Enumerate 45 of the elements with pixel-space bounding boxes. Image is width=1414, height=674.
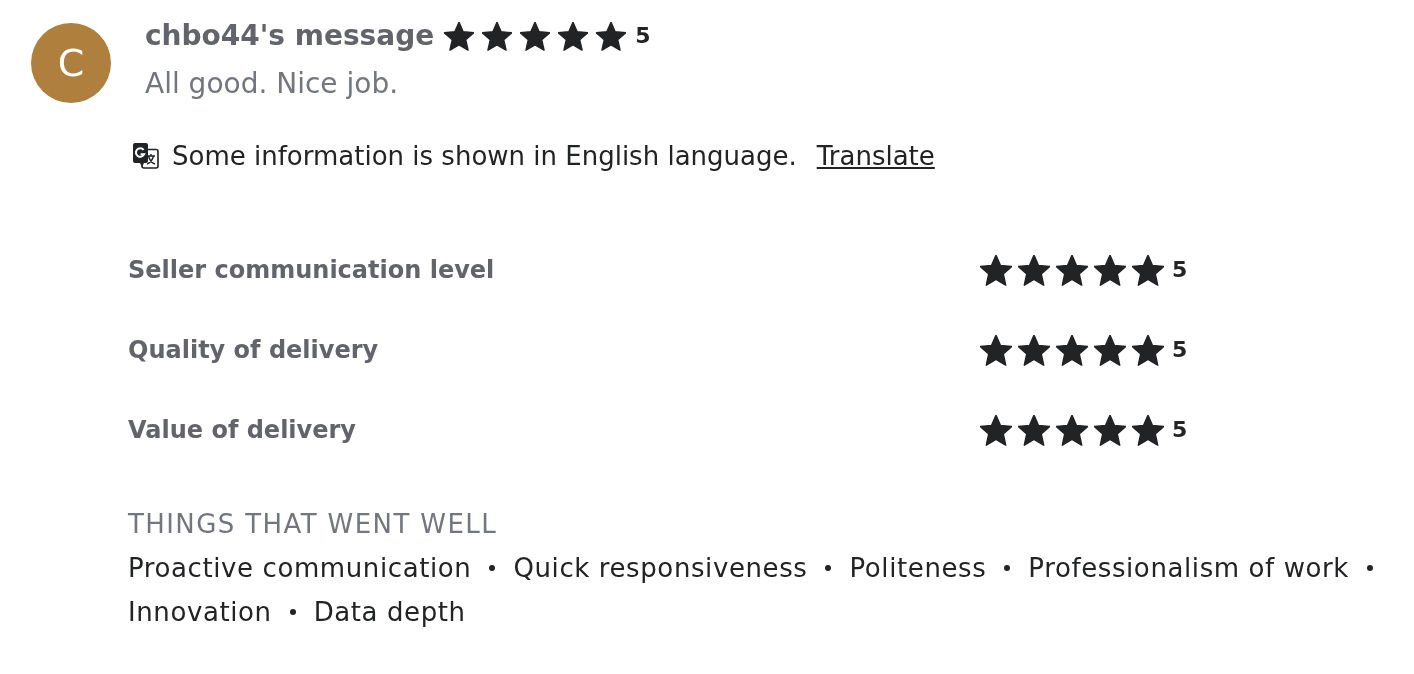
translate-link[interactable]: Translate: [816, 141, 935, 171]
star-icon: [1056, 414, 1088, 446]
star-icon: [1132, 254, 1164, 286]
rating-score: 5: [635, 22, 651, 50]
star-icon: [980, 334, 1012, 366]
rating-label: Seller communication level: [128, 256, 495, 284]
translation-notice: Some information is shown in English language.: [172, 141, 797, 171]
star-icon: [1132, 334, 1164, 366]
highlight-tag: Proactive communication: [128, 553, 472, 583]
star-icon: [1056, 334, 1088, 366]
bullet-dot-icon: [1367, 565, 1374, 571]
rating-score: 5: [1172, 416, 1188, 444]
star-icon: [980, 414, 1012, 446]
star-icon: [444, 21, 475, 51]
bullet-dot-icon: [489, 565, 496, 571]
rating-score: 5: [1172, 336, 1188, 364]
highlight-tag: Innovation: [128, 597, 272, 627]
star-icon: [1132, 414, 1164, 446]
bullet-dot-icon: [825, 565, 832, 571]
review-message: All good. Nice job.: [145, 66, 399, 102]
star-icon: [1094, 254, 1126, 286]
star-icon: [1018, 334, 1050, 366]
avatar-circle: C: [31, 23, 111, 103]
star-icon: [1018, 254, 1050, 286]
highlight-tag: Data depth: [313, 597, 466, 627]
bullet-dot-icon: [289, 609, 296, 615]
bullet-dot-icon: [1004, 565, 1011, 571]
rating-label: Quality of delivery: [128, 336, 379, 364]
rating-score: 5: [1172, 256, 1188, 284]
highlight-tag: Politeness: [849, 553, 987, 583]
star-icon: [596, 21, 627, 51]
section-heading: THINGS THAT WENT WELL: [128, 508, 498, 541]
star-icon: [482, 21, 513, 51]
translate-icon: [133, 143, 159, 169]
star-icon: [1094, 334, 1126, 366]
star-icon: [1056, 254, 1088, 286]
rating-label: Value of delivery: [128, 416, 356, 444]
star-icon: [1018, 414, 1050, 446]
star-icon: [520, 21, 551, 51]
reviewer-title: chbo44's message: [145, 18, 435, 54]
star-icon: [558, 21, 589, 51]
star-icon: [980, 254, 1012, 286]
highlight-tag: Quick responsiveness: [513, 553, 808, 583]
star-icon: [1094, 414, 1126, 446]
highlight-tag: Professionalism of work: [1028, 553, 1350, 583]
